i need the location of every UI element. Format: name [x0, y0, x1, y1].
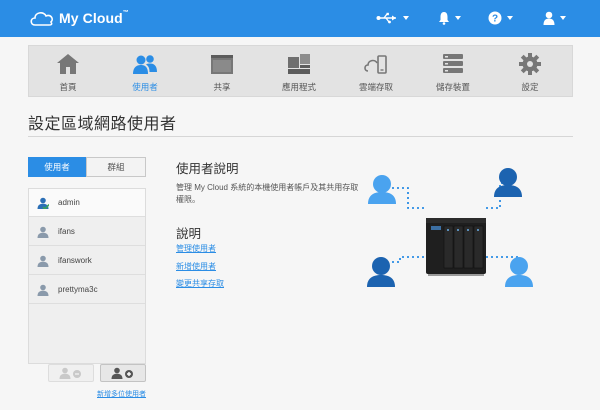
- tab-users[interactable]: 使用者: [28, 157, 86, 177]
- list-item[interactable]: prettyma3c: [29, 276, 145, 304]
- chevron-down-icon: [507, 16, 513, 20]
- home-icon: [57, 54, 79, 74]
- tab-groups[interactable]: 群組: [86, 157, 146, 177]
- cloud-access-icon: [364, 55, 387, 74]
- nav-users[interactable]: 使用者: [108, 46, 182, 98]
- notifications-button[interactable]: [438, 8, 461, 28]
- list-item[interactable]: admin: [29, 189, 145, 217]
- nas-device: [426, 218, 486, 276]
- users-icon: [133, 55, 157, 74]
- users-description: 管理 My Cloud 系統的本機使用者帳戶及其共用存取權限。: [176, 183, 359, 204]
- nav-home[interactable]: 首頁: [31, 46, 105, 98]
- usb-menu-button[interactable]: [376, 8, 409, 28]
- cloud-logo-icon: [30, 12, 53, 26]
- apps-icon: [288, 54, 310, 74]
- help-button[interactable]: ?: [488, 8, 513, 28]
- help-icon: ?: [488, 11, 502, 25]
- svg-text:?: ?: [492, 14, 498, 25]
- user-icon: [543, 11, 555, 25]
- usb-icon: [376, 12, 396, 24]
- divider: [28, 136, 573, 137]
- chevron-down-icon: [560, 16, 566, 20]
- change-share-access-link[interactable]: 變更共享存取: [176, 278, 224, 289]
- nav-settings[interactable]: 設定: [493, 46, 567, 98]
- chevron-down-icon: [455, 16, 461, 20]
- remove-user-button[interactable]: [48, 364, 94, 382]
- folder-icon: [211, 55, 233, 74]
- list-item[interactable]: ifanswork: [29, 247, 145, 275]
- user-icon: [37, 284, 49, 296]
- nav-cloud-access[interactable]: 雲端存取: [339, 46, 413, 98]
- admin-user-icon: [37, 197, 49, 209]
- notes-heading: 說明: [176, 227, 202, 241]
- list-item[interactable]: ifans: [29, 218, 145, 246]
- account-button[interactable]: [543, 8, 566, 28]
- top-bar: My Cloud™ ?: [0, 0, 600, 37]
- add-multiple-users-link[interactable]: 新增多位使用者: [97, 389, 146, 399]
- add-user-icon: [111, 367, 133, 379]
- bell-icon: [439, 12, 449, 25]
- page-title: 設定區域網路使用者: [28, 116, 177, 133]
- user-icon: [37, 255, 49, 267]
- user-figure: [368, 175, 396, 204]
- gear-icon: [519, 53, 541, 75]
- remove-user-icon: [59, 367, 81, 379]
- manage-users-link[interactable]: 管理使用者: [176, 243, 216, 254]
- user-figure: [494, 168, 522, 197]
- nav-apps[interactable]: 應用程式: [262, 46, 336, 98]
- users-heading: 使用者說明: [176, 162, 239, 176]
- user-figure: [505, 257, 533, 287]
- add-user-button[interactable]: [100, 364, 146, 382]
- add-user-link[interactable]: 新增使用者: [176, 261, 216, 272]
- user-list: admin ifans ifanswork prettyma3c: [28, 188, 146, 364]
- nav-storage[interactable]: 儲存裝置: [416, 46, 490, 98]
- nav-shares[interactable]: 共享: [185, 46, 259, 98]
- user-icon: [37, 226, 49, 238]
- nas-users-illustration: [367, 168, 533, 287]
- storage-icon: [443, 54, 463, 73]
- user-figure: [367, 257, 395, 287]
- brand-name[interactable]: My Cloud™: [59, 10, 129, 26]
- main-nav: 首頁 使用者 共享 應用程式 雲端存取 儲存裝置 設定: [28, 45, 573, 97]
- chevron-down-icon: [403, 16, 409, 20]
